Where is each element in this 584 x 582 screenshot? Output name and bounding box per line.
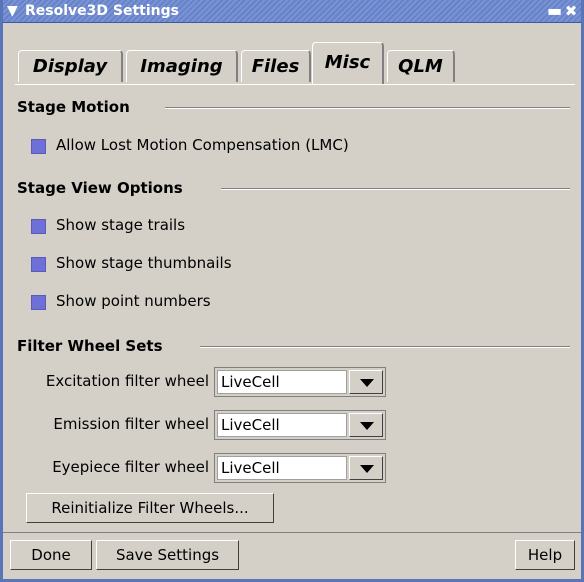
excitation-select[interactable]: LiveCell	[214, 367, 386, 397]
eyepiece-value[interactable]: LiveCell	[217, 456, 347, 480]
stage-thumbnails-checkbox[interactable]	[31, 257, 46, 272]
emission-value[interactable]: LiveCell	[217, 413, 347, 437]
misc-panel: Stage Motion Allow Lost Motion Compensat…	[15, 84, 575, 524]
section-divider	[221, 188, 570, 190]
window-title: Resolve3D Settings	[25, 3, 179, 19]
chevron-down-icon[interactable]	[349, 370, 383, 394]
reinitialize-button[interactable]: Reinitialize Filter Wheels...	[26, 493, 274, 523]
lmc-checkbox[interactable]	[31, 139, 46, 154]
stage-trails-checkbox[interactable]	[31, 219, 46, 234]
eyepiece-select[interactable]: LiveCell	[214, 453, 386, 483]
done-button[interactable]: Done	[10, 540, 92, 570]
close-icon[interactable]: ✖	[564, 3, 578, 19]
tab-misc[interactable]: Misc	[312, 42, 384, 84]
footer-bar: Done Save Settings Help	[3, 532, 581, 580]
eyepiece-label: Eyepiece filter wheel	[52, 458, 209, 476]
excitation-value[interactable]: LiveCell	[217, 370, 347, 394]
tab-imaging[interactable]: Imaging	[126, 50, 238, 82]
lmc-label[interactable]: Allow Lost Motion Compensation (LMC)	[56, 135, 349, 155]
stage-view-heading: Stage View Options	[17, 179, 183, 197]
tab-files[interactable]: Files	[241, 50, 311, 82]
tab-qlm[interactable]: QLM	[387, 50, 455, 82]
filter-wheel-heading: Filter Wheel Sets	[17, 337, 163, 355]
settings-window: ▼ Resolve3D Settings ▬ ✖ Display Imaging…	[0, 0, 584, 582]
window-menu-icon[interactable]: ▼	[7, 3, 23, 19]
stage-motion-heading: Stage Motion	[17, 98, 130, 116]
emission-label: Emission filter wheel	[53, 415, 209, 433]
section-divider	[200, 346, 570, 348]
stage-trails-label[interactable]: Show stage trails	[56, 215, 185, 235]
chevron-down-icon[interactable]	[349, 456, 383, 480]
emission-select[interactable]: LiveCell	[214, 410, 386, 440]
section-divider	[165, 107, 570, 109]
minimize-icon[interactable]: ▬	[547, 3, 562, 19]
excitation-label: Excitation filter wheel	[45, 372, 209, 390]
title-bar[interactable]: ▼ Resolve3D Settings ▬ ✖	[3, 0, 581, 23]
tab-display[interactable]: Display	[18, 50, 123, 82]
point-numbers-label[interactable]: Show point numbers	[56, 291, 211, 311]
save-settings-button[interactable]: Save Settings	[96, 540, 239, 570]
help-button[interactable]: Help	[515, 540, 575, 570]
chevron-down-icon[interactable]	[349, 413, 383, 437]
stage-thumbnails-label[interactable]: Show stage thumbnails	[56, 253, 232, 273]
point-numbers-checkbox[interactable]	[31, 295, 46, 310]
